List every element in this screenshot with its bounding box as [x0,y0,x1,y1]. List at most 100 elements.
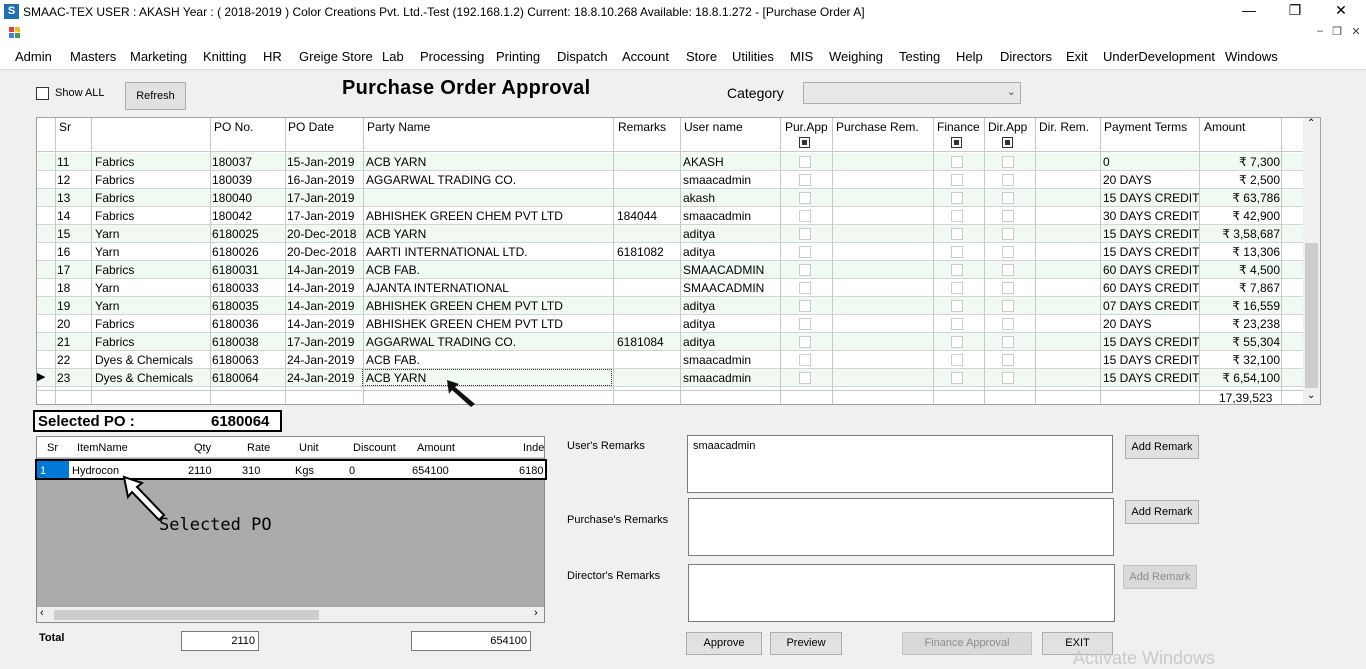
finance-checkbox[interactable] [951,318,963,330]
director-remarks-field[interactable] [688,564,1115,622]
dir-app-checkbox[interactable] [1002,156,1014,168]
col-header-sr[interactable]: Sr [59,120,71,134]
table-row[interactable]: 14 Fabrics 180042 17-Jan-2019 ABHISHEK GREEN… [37,207,1304,225]
finance-checkbox[interactable] [951,282,963,294]
add-director-remark-button[interactable]: Add Remark [1123,565,1197,589]
menu-account[interactable]: Account [622,49,669,64]
close-icon[interactable]: ✕ [1326,2,1356,19]
pur-app-checkbox[interactable] [799,372,811,384]
dir-app-checkbox[interactable] [1002,372,1014,384]
pur-app-select-all-checkbox[interactable] [799,137,810,148]
pur-app-checkbox[interactable] [799,174,811,186]
approve-button[interactable]: Approve [686,632,762,655]
pur-app-checkbox[interactable] [799,246,811,258]
col-header-amount[interactable]: Amount [1204,120,1245,134]
menu-testing[interactable]: Testing [899,49,940,64]
item-col-qty[interactable]: Qty [194,442,211,454]
scroll-down-icon[interactable]: ⌄ [1307,390,1315,401]
menu-marketing[interactable]: Marketing [130,49,187,64]
dir-app-checkbox[interactable] [1002,228,1014,240]
finance-checkbox[interactable] [951,264,963,276]
pur-app-checkbox[interactable] [799,354,811,366]
menu-hr[interactable]: HR [263,49,282,64]
scroll-up-icon[interactable]: ⌃ [1307,118,1315,129]
table-row[interactable]: 15 Yarn 6180025 20-Dec-2018 ACB YARN aditya 15… [37,225,1304,243]
pur-app-checkbox[interactable] [799,210,811,222]
item-col-inde[interactable]: Inde [523,442,544,454]
table-row[interactable]: 17 Fabrics 6180031 14-Jan-2019 ACB FAB. SMAAC… [37,261,1304,279]
items-horizontal-scrollbar[interactable]: ‹ › [37,607,544,622]
dir-app-checkbox[interactable] [1002,282,1014,294]
dir-app-checkbox[interactable] [1002,192,1014,204]
table-row[interactable]: 20 Fabrics 6180036 14-Jan-2019 ABHISHEK GREE… [37,315,1304,333]
menu-greige-store[interactable]: Greige Store [299,49,373,64]
items-scroll-thumb[interactable] [54,610,319,620]
table-row[interactable]: 19 Yarn 6180035 14-Jan-2019 ABHISHEK GREEN C… [37,297,1304,315]
menu-directors[interactable]: Directors [1000,49,1052,64]
dir-app-checkbox[interactable] [1002,210,1014,222]
finance-checkbox[interactable] [951,300,963,312]
users-remarks-field[interactable]: smaacadmin [687,435,1113,493]
pur-app-checkbox[interactable] [799,282,811,294]
menu-masters[interactable]: Masters [70,49,116,64]
dir-app-checkbox[interactable] [1002,246,1014,258]
col-header-payment-terms[interactable]: Payment Terms [1104,120,1187,134]
minimize-icon[interactable]: — [1234,2,1264,18]
item-col-unit[interactable]: Unit [299,442,319,454]
dir-app-checkbox[interactable] [1002,264,1014,276]
table-row[interactable]: 13 Fabrics 180040 17-Jan-2019 akash 15 DAYS C… [37,189,1304,207]
item-col-sr[interactable]: Sr [47,442,58,454]
pur-app-checkbox[interactable] [799,264,811,276]
child-close-icon[interactable]: ✕ [1347,25,1365,38]
scroll-left-icon[interactable]: ‹ [40,607,44,619]
po-items-grid[interactable]: Sr ItemName Qty Rate Unit Discount Amoun… [35,436,547,623]
finance-checkbox[interactable] [951,174,963,186]
menu-processing[interactable]: Processing [420,49,484,64]
item-col-amount[interactable]: Amount [417,442,455,454]
table-row[interactable]: 18 Yarn 6180033 14-Jan-2019 AJANTA INTERNATI… [37,279,1304,297]
finance-checkbox[interactable] [951,192,963,204]
pur-app-checkbox[interactable] [799,228,811,240]
table-row[interactable]: 16 Yarn 6180026 20-Dec-2018 AARTI INTERNATIO… [37,243,1304,261]
menu-mis[interactable]: MIS [790,49,813,64]
menu-weighing[interactable]: Weighing [829,49,883,64]
col-header-purchase-rem[interactable]: Purchase Rem. [836,120,919,134]
add-purchase-remark-button[interactable]: Add Remark [1125,500,1199,524]
pur-app-checkbox[interactable] [799,300,811,312]
po-grid[interactable]: Sr PO No. PO Date Party Name Remarks Use… [36,117,1321,405]
restore-icon[interactable]: ❐ [1280,2,1310,19]
col-header-dir-app[interactable]: Dir.App [988,120,1027,134]
purchase-remarks-field[interactable] [688,498,1114,556]
finance-checkbox[interactable] [951,354,963,366]
col-header-remarks[interactable]: Remarks [618,120,666,134]
pur-app-checkbox[interactable] [799,336,811,348]
preview-button[interactable]: Preview [770,632,842,655]
finance-checkbox[interactable] [951,336,963,348]
dir-app-checkbox[interactable] [1002,336,1014,348]
col-header-dir-rem[interactable]: Dir. Rem. [1039,120,1089,134]
child-minimize-icon[interactable]: – [1311,25,1329,37]
finance-select-all-checkbox[interactable] [951,137,962,148]
finance-approval-button[interactable]: Finance Approval [902,632,1032,655]
refresh-button[interactable]: Refresh [125,82,186,110]
dir-app-checkbox[interactable] [1002,300,1014,312]
menu-store[interactable]: Store [686,49,717,64]
menu-dispatch[interactable]: Dispatch [557,49,608,64]
dir-app-checkbox[interactable] [1002,318,1014,330]
item-col-itemname[interactable]: ItemName [77,442,128,454]
child-restore-icon[interactable]: ❐ [1328,25,1346,38]
total-amount-field[interactable]: 654100 [411,631,531,651]
finance-checkbox[interactable] [951,246,963,258]
item-col-discount[interactable]: Discount [353,442,396,454]
pur-app-checkbox[interactable] [799,156,811,168]
add-user-remark-button[interactable]: Add Remark [1125,435,1199,459]
finance-checkbox[interactable] [951,228,963,240]
col-header-po-date[interactable]: PO Date [288,120,334,134]
finance-checkbox[interactable] [951,210,963,222]
menu-help[interactable]: Help [956,49,983,64]
finance-checkbox[interactable] [951,156,963,168]
table-row[interactable]: 21 Fabrics 6180038 17-Jan-2019 AGGARWAL TRAD… [37,333,1304,351]
dir-app-checkbox[interactable] [1002,354,1014,366]
show-all-checkbox[interactable] [36,87,49,100]
menu-utilities[interactable]: Utilities [732,49,774,64]
